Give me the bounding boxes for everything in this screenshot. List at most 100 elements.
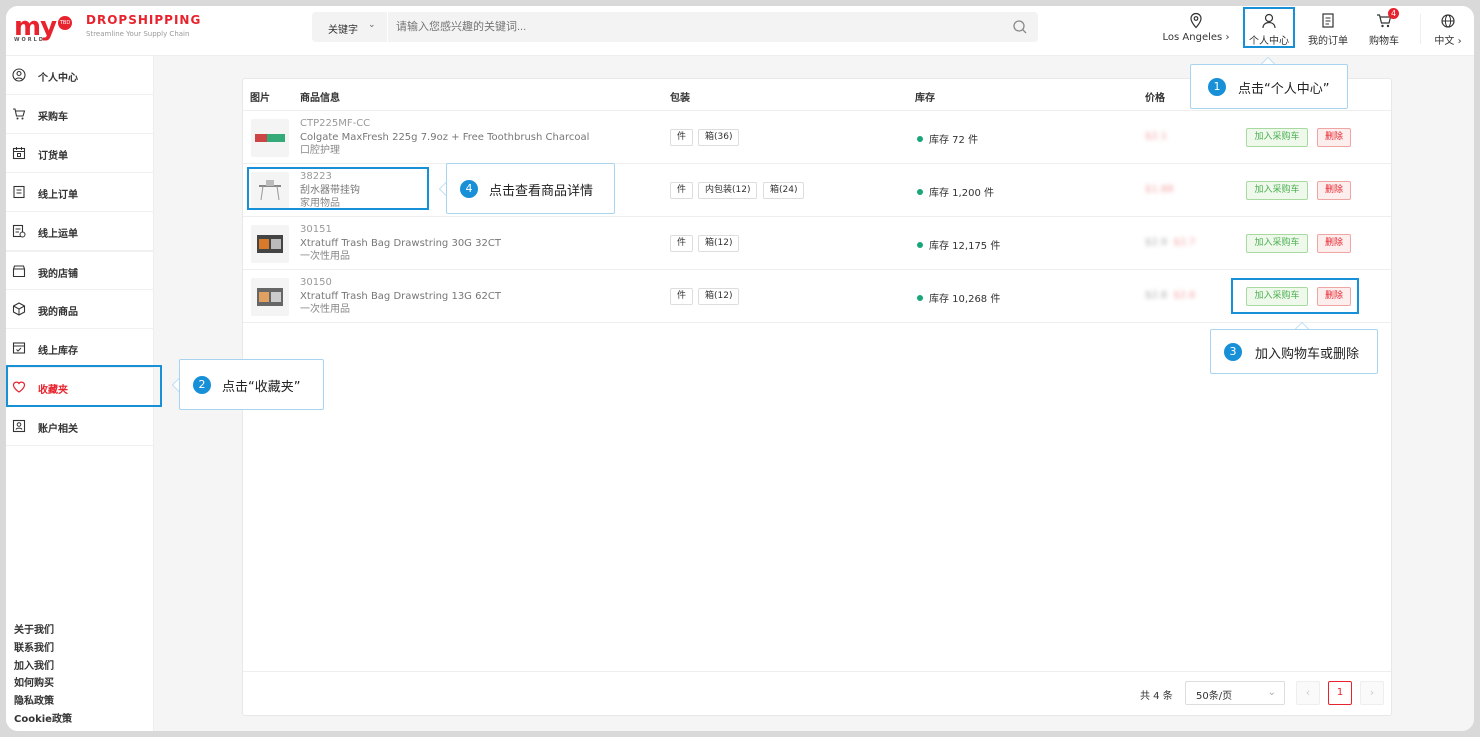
package-tag[interactable]: 箱(12) xyxy=(698,288,740,305)
package-tag[interactable]: 箱(12) xyxy=(698,235,740,252)
prev-page-button[interactable]: ‹ xyxy=(1296,681,1320,705)
package-tag[interactable]: 件 xyxy=(670,129,694,146)
location-selector[interactable]: Los Angeles › xyxy=(1156,10,1236,43)
footer-link-how-to-buy[interactable]: 如何购买 xyxy=(14,675,72,693)
footer-link-join[interactable]: 加入我们 xyxy=(14,658,72,676)
add-to-cart-button[interactable]: 加入采购车 xyxy=(1246,234,1308,253)
product-category: 口腔护理 xyxy=(300,145,340,156)
sidebar-item-online-orders[interactable]: 线上订单 xyxy=(6,173,154,212)
step-number: 2 xyxy=(193,376,211,394)
stock-text: 库存 10,268 件 xyxy=(929,294,1001,305)
product-info[interactable]: 30151 Xtratuff Trash Bag Drawstring 30G … xyxy=(300,223,501,264)
chevron-down-icon: ⌄ xyxy=(1267,687,1276,698)
add-to-cart-button[interactable]: 加入采购车 xyxy=(1246,128,1308,147)
sidebar-item-my-products[interactable]: 我的商品 xyxy=(6,290,154,329)
product-category: 一次性用品 xyxy=(300,251,350,262)
location-label: Los Angeles xyxy=(1162,32,1223,43)
language-label: 中文 xyxy=(1434,36,1455,47)
stock-dot xyxy=(917,136,923,142)
stock-status: 库存 10,268 件 xyxy=(917,290,1000,305)
package-tag[interactable]: 件 xyxy=(670,288,694,305)
logo-badge: TBD xyxy=(58,16,72,30)
product-thumbnail[interactable] xyxy=(251,225,289,263)
search-icon[interactable] xyxy=(1012,19,1028,35)
product-name: Xtratuff Trash Bag Drawstring 13G 62CT xyxy=(300,290,501,302)
product-info[interactable]: 30150 Xtratuff Trash Bag Drawstring 13G … xyxy=(300,276,501,317)
product-sku: 30150 xyxy=(300,277,332,288)
sidebar-item-online-inventory[interactable]: 线上库存 xyxy=(6,329,154,368)
price-value: $2.1 xyxy=(1145,131,1168,142)
sidebar-item-account[interactable]: 账户相关 xyxy=(6,407,154,446)
product-category: 一次性用品 xyxy=(300,304,350,315)
brand-subtitle: Streamline Your Supply Chain xyxy=(86,30,190,38)
cart-link[interactable]: 4 购物车 xyxy=(1362,8,1406,47)
my-orders-label: 我的订单 xyxy=(1308,36,1348,47)
sidebar-item-order-form[interactable]: 订货单 xyxy=(6,134,154,173)
footer-link-contact[interactable]: 联系我们 xyxy=(14,640,72,658)
original-price: $2.9 xyxy=(1145,237,1168,248)
top-header: my TBD WORLD DROPSHIPPING Streamline You… xyxy=(6,6,1474,56)
stock-status: 库存 12,175 件 xyxy=(917,237,1000,252)
price-value: $1.88 xyxy=(1145,184,1174,195)
package-tag[interactable]: 件 xyxy=(670,182,694,199)
next-page-button[interactable]: › xyxy=(1360,681,1384,705)
product-thumbnail[interactable] xyxy=(251,119,289,157)
callout-step-4: 4 点击查看商品详情 xyxy=(439,163,615,214)
search-divider xyxy=(387,12,388,42)
calendar-icon xyxy=(12,147,26,160)
sidebar-item-my-store[interactable]: 我的店铺 xyxy=(6,251,154,290)
language-selector[interactable]: 中文 › xyxy=(1428,10,1468,47)
page-number-current[interactable]: 1 xyxy=(1328,681,1352,705)
delete-button[interactable]: 删除 xyxy=(1317,181,1351,200)
delete-button[interactable]: 删除 xyxy=(1317,128,1351,147)
product-thumbnail[interactable] xyxy=(251,278,289,316)
sidebar-item-purchase-cart[interactable]: 采购车 xyxy=(6,95,154,134)
search-input[interactable] xyxy=(396,17,996,37)
callout-text: 加入购物车或删除 xyxy=(1255,347,1360,362)
total-count: 共 4 条 xyxy=(1140,691,1173,702)
my-orders-link[interactable]: 我的订单 xyxy=(1303,10,1353,47)
sidebar-item-online-waybills[interactable]: 线上运单 xyxy=(6,212,154,251)
price: $2.8 $2.6 xyxy=(1145,290,1196,301)
search-keyword-select[interactable]: 关键字 xyxy=(328,21,358,36)
inventory-icon xyxy=(12,342,26,354)
table-row: 30151 Xtratuff Trash Bag Drawstring 30G … xyxy=(243,217,1391,270)
document-icon xyxy=(13,185,25,199)
delete-button[interactable]: 删除 xyxy=(1317,234,1351,253)
sidebar-item-label: 线上订单 xyxy=(38,190,78,201)
page-size-select[interactable]: 50条/页 ⌄ xyxy=(1185,681,1285,705)
callout-step-3: 3 加入购物车或删除 xyxy=(1210,322,1378,374)
callout-text: 点击“个人中心” xyxy=(1238,82,1330,97)
cart-icon xyxy=(13,108,26,120)
product-sku: 30151 xyxy=(300,224,332,235)
pagination: 共 4 条 50条/页 ⌄ ‹ 1 › xyxy=(243,671,1391,716)
sidebar-item-personal-center[interactable]: 个人中心 xyxy=(6,56,154,95)
app-frame: my TBD WORLD DROPSHIPPING Streamline You… xyxy=(6,6,1474,731)
header-package: 包装 xyxy=(670,93,690,104)
footer-link-cookie[interactable]: Cookie政策 xyxy=(14,711,72,729)
sidebar-item-label: 我的商品 xyxy=(38,307,78,318)
stock-dot xyxy=(917,295,923,301)
callout-pointer xyxy=(1295,322,1309,329)
globe-icon xyxy=(1441,14,1455,28)
package-tag[interactable]: 箱(36) xyxy=(698,129,740,146)
footer-link-privacy[interactable]: 隐私政策 xyxy=(14,693,72,711)
search-bar: 关键字 ⌄ xyxy=(312,12,1038,42)
product-info[interactable]: CTP225MF-CC Colgate MaxFresh 225g 7.9oz … xyxy=(300,117,589,158)
box-icon xyxy=(12,302,26,316)
chevron-down-icon[interactable]: ⌄ xyxy=(368,20,376,30)
package-tag[interactable]: 件 xyxy=(670,235,694,252)
step-number: 3 xyxy=(1224,343,1242,361)
logo-subtext: WORLD xyxy=(14,37,45,43)
package-tag[interactable]: 内包装(12) xyxy=(698,182,758,199)
footer-link-about[interactable]: 关于我们 xyxy=(14,622,72,640)
package-tag[interactable]: 箱(24) xyxy=(763,182,805,199)
highlight-row-actions xyxy=(1231,278,1359,314)
callout-text: 点击“收藏夹” xyxy=(222,380,301,395)
highlight-product-info xyxy=(247,167,429,210)
header-stock: 库存 xyxy=(915,93,935,104)
user-circle-icon xyxy=(12,68,26,82)
price: $2.1 xyxy=(1145,131,1167,142)
logo[interactable]: my TBD WORLD xyxy=(14,12,84,48)
add-to-cart-button[interactable]: 加入采购车 xyxy=(1246,181,1308,200)
